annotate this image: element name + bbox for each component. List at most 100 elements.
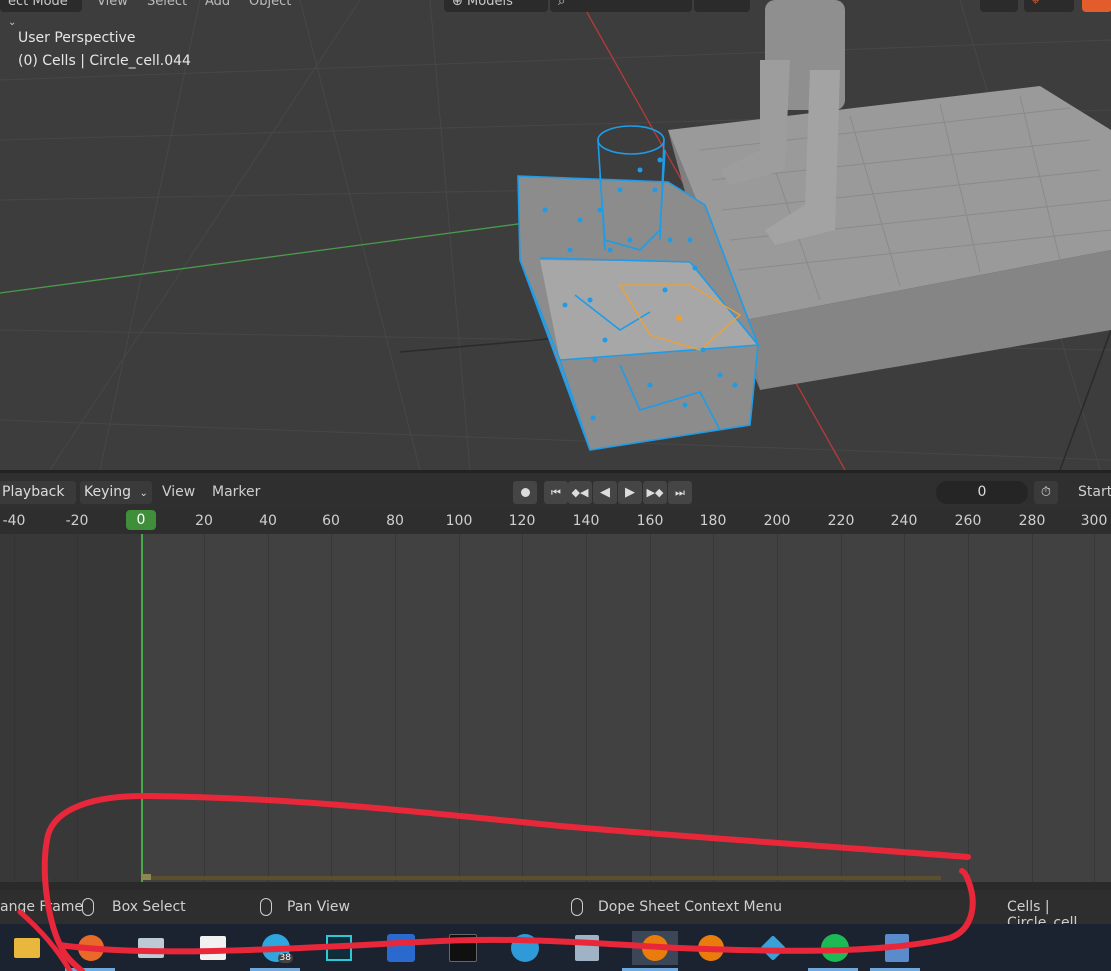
menu-object[interactable]: Object: [249, 0, 291, 9]
spotify-icon[interactable]: [818, 931, 852, 965]
blender-alt-icon[interactable]: [694, 931, 728, 965]
ruler-tick: 40: [259, 513, 277, 529]
next-keyframe-icon: ▶◆: [646, 486, 664, 499]
keying-label: Keying: [84, 484, 132, 500]
keying-menu[interactable]: Keying ⌄: [80, 481, 152, 504]
ruler-tick: 140: [572, 513, 600, 529]
grid-line: [586, 534, 587, 882]
search-icon: ⌕: [558, 0, 566, 9]
viewport-search-input[interactable]: ⌕: [550, 0, 692, 12]
jump-end-icon: ⏭: [675, 485, 685, 499]
use-preview-range-button[interactable]: ⏱: [1034, 481, 1058, 504]
playback-label: Playback: [2, 484, 65, 500]
collection-label: Models: [467, 0, 513, 9]
status-change-frame: ange Frame: [0, 899, 84, 915]
epic-icon[interactable]: [322, 931, 356, 965]
ruler-tick: 260: [954, 513, 982, 529]
viewport-scene: [0, 0, 1111, 470]
ruler-tick: 300: [1080, 513, 1108, 529]
snap-icon: ⌖: [1032, 0, 1040, 9]
play-icon: ▶: [625, 485, 635, 500]
current-frame-badge[interactable]: 0: [126, 510, 156, 530]
grid-line: [331, 534, 332, 882]
instagram-icon[interactable]: [384, 931, 418, 965]
mode-dropdown[interactable]: ect Mode ⌄: [0, 0, 82, 28]
jump-to-start-button[interactable]: ⏮: [544, 481, 568, 504]
ruler-tick: -40: [2, 513, 26, 529]
record-button[interactable]: [513, 481, 537, 504]
record-icon: [520, 488, 530, 497]
resource-monitor-icon[interactable]: [134, 931, 168, 965]
ruler-tick: 200: [763, 513, 791, 529]
gizmo-dropdown[interactable]: [980, 0, 1018, 12]
overlay-buttons[interactable]: [694, 0, 750, 12]
ruler-tick: 280: [1018, 513, 1046, 529]
range-start-marker: [141, 874, 151, 880]
ruler-tick: 80: [386, 513, 404, 529]
mouse-left-icon: [82, 898, 94, 916]
mouse-middle-icon: [260, 898, 272, 916]
chevron-down-icon: ⌄: [139, 488, 148, 499]
snap-dropdown[interactable]: ⌖: [1024, 0, 1074, 12]
grid-line: [1032, 534, 1033, 882]
microsoft-store-icon[interactable]: [196, 931, 230, 965]
marker-menu[interactable]: Marker: [212, 481, 260, 504]
chevron-down-icon: ⌄: [8, 17, 17, 28]
ruler-tick: 120: [508, 513, 536, 529]
blender-icon[interactable]: [632, 931, 678, 965]
status-context-menu: Dope Sheet Context Menu: [598, 899, 782, 915]
status-bar: ange Frame Box Select Pan View Dope Shee…: [0, 890, 1111, 931]
file-explorer-icon[interactable]: [10, 931, 44, 965]
grid-line: [14, 534, 15, 882]
prev-keyframe-icon: ◆◀: [571, 486, 589, 499]
pre-range-shade: [0, 534, 141, 882]
dope-sheet-area[interactable]: [0, 534, 1111, 882]
status-box-select: Box Select: [112, 899, 186, 915]
telegram-badge: 38: [277, 953, 293, 963]
current-frame-field[interactable]: 0: [936, 481, 1028, 504]
mouse-right-icon: [571, 898, 583, 916]
menu-view[interactable]: View: [97, 0, 128, 9]
paint-icon[interactable]: [756, 931, 790, 965]
edge-icon[interactable]: [508, 931, 542, 965]
globe-icon: ⊕: [452, 0, 463, 9]
next-keyframe-button[interactable]: ▶◆: [643, 481, 667, 504]
timeline-header: Playback ⌄ Keying ⌄ View Marker ⏮ ◆◀ ◀ ▶…: [0, 470, 1111, 522]
ruler-tick: 100: [445, 513, 473, 529]
view-menu[interactable]: View: [162, 481, 195, 504]
grid-line: [522, 534, 523, 882]
ruler-tick: 160: [636, 513, 664, 529]
play-reverse-icon: ◀: [600, 485, 610, 500]
proportional-edit-button[interactable]: [1082, 0, 1111, 12]
grid-line: [904, 534, 905, 882]
menu-select[interactable]: Select: [147, 0, 187, 9]
playhead-line[interactable]: [141, 534, 143, 882]
collection-dropdown[interactable]: ⊕ Models: [444, 0, 548, 12]
media-icon[interactable]: [446, 931, 480, 965]
grid-line: [968, 534, 969, 882]
perspective-label: User Perspective: [18, 30, 136, 46]
play-reverse-button[interactable]: ◀: [593, 481, 617, 504]
grid-line: [1094, 534, 1095, 882]
grid-line: [395, 534, 396, 882]
grid-line: [777, 534, 778, 882]
grid-line: [268, 534, 269, 882]
start-frame-label[interactable]: Start: [1078, 481, 1111, 504]
jump-start-icon: ⏮: [551, 485, 561, 499]
3d-viewport[interactable]: ect Mode ⌄ View Select Add Object ⊕ Mode…: [0, 0, 1111, 470]
scrollbar[interactable]: [0, 882, 1111, 890]
blender-file-icon[interactable]: [570, 931, 604, 965]
calculator-icon[interactable]: [880, 931, 914, 965]
play-button[interactable]: ▶: [618, 481, 642, 504]
jump-to-end-button[interactable]: ⏭: [668, 481, 692, 504]
firefox-icon[interactable]: [74, 931, 108, 965]
prev-keyframe-button[interactable]: ◆◀: [568, 481, 592, 504]
frame-ruler[interactable]: -40 -20 20 40 60 80 100 120 140 160 180 …: [0, 510, 1111, 534]
grid-line: [713, 534, 714, 882]
telegram-icon[interactable]: 38: [259, 931, 293, 965]
ruler-tick: 20: [195, 513, 213, 529]
status-pan-view: Pan View: [287, 899, 350, 915]
menu-add[interactable]: Add: [205, 0, 230, 9]
playback-menu[interactable]: Playback ⌄: [0, 481, 76, 522]
windows-taskbar: 38: [0, 924, 1111, 971]
